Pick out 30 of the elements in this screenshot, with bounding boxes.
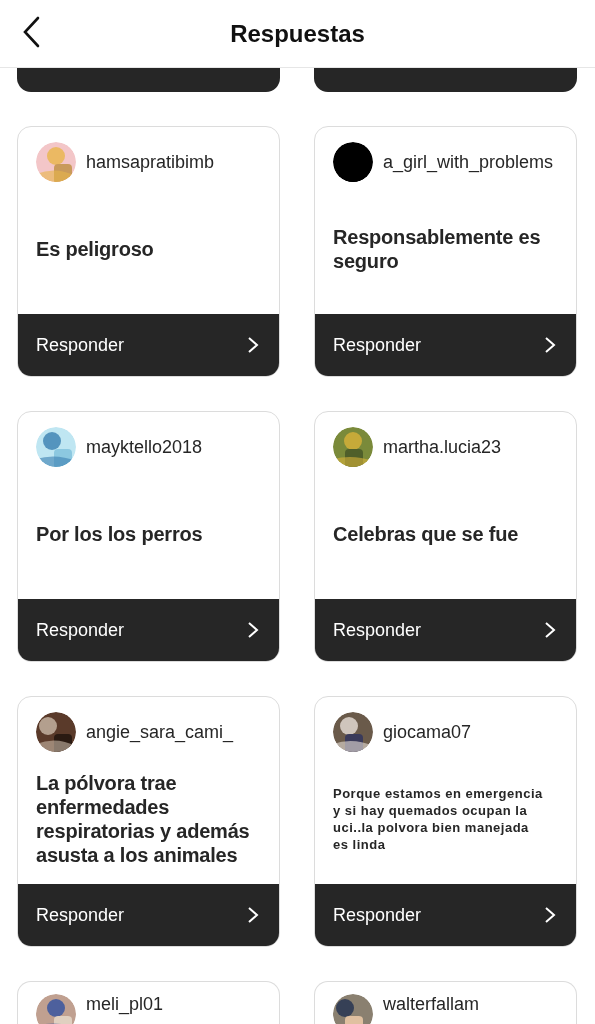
chevron-icon [544, 621, 556, 639]
card-footer[interactable] [17, 68, 280, 92]
back-icon [22, 16, 40, 48]
username[interactable]: giocama07 [383, 721, 472, 743]
reply-button[interactable]: Responder [315, 884, 576, 946]
answer-text: Es peligroso [36, 236, 154, 261]
reply-button[interactable]: Responder [18, 314, 279, 376]
username[interactable]: hamsapratibimb [86, 151, 215, 173]
reply-button[interactable]: Responder [18, 599, 279, 661]
username[interactable]: a_girl_with_problems [383, 151, 554, 173]
username[interactable]: walterfallam [383, 994, 480, 1015]
page-title: Respuestas [230, 19, 365, 48]
username[interactable]: martha.lucia23 [383, 436, 502, 458]
answer-text: La pólvora trae enfermedades respiratorias y además asusta a los animales [36, 770, 251, 867]
username[interactable]: meli_pl01 [86, 994, 164, 1015]
answer-text: Celebras que se fue [333, 521, 519, 546]
reply-button[interactable]: Responder [315, 314, 576, 376]
card-footer[interactable] [314, 68, 577, 92]
reply-button[interactable]: Responder [18, 884, 279, 946]
answer-text: Por los los perros [36, 521, 203, 546]
chevron-icon [247, 336, 259, 354]
chevron-icon [544, 336, 556, 354]
chevron-icon [247, 621, 259, 639]
answer-text: Porque estamos en emergencia y si hay quemados ocupan la uci..la polvora bien manejada es linda [333, 784, 544, 853]
username[interactable]: mayktello2018 [86, 436, 203, 458]
chevron-icon [247, 906, 259, 924]
username[interactable]: angie_sara_cami_ [86, 721, 234, 743]
chevron-icon [544, 906, 556, 924]
answer-text: Responsablemente es seguro [333, 224, 542, 273]
reply-button[interactable]: Responder [315, 599, 576, 661]
